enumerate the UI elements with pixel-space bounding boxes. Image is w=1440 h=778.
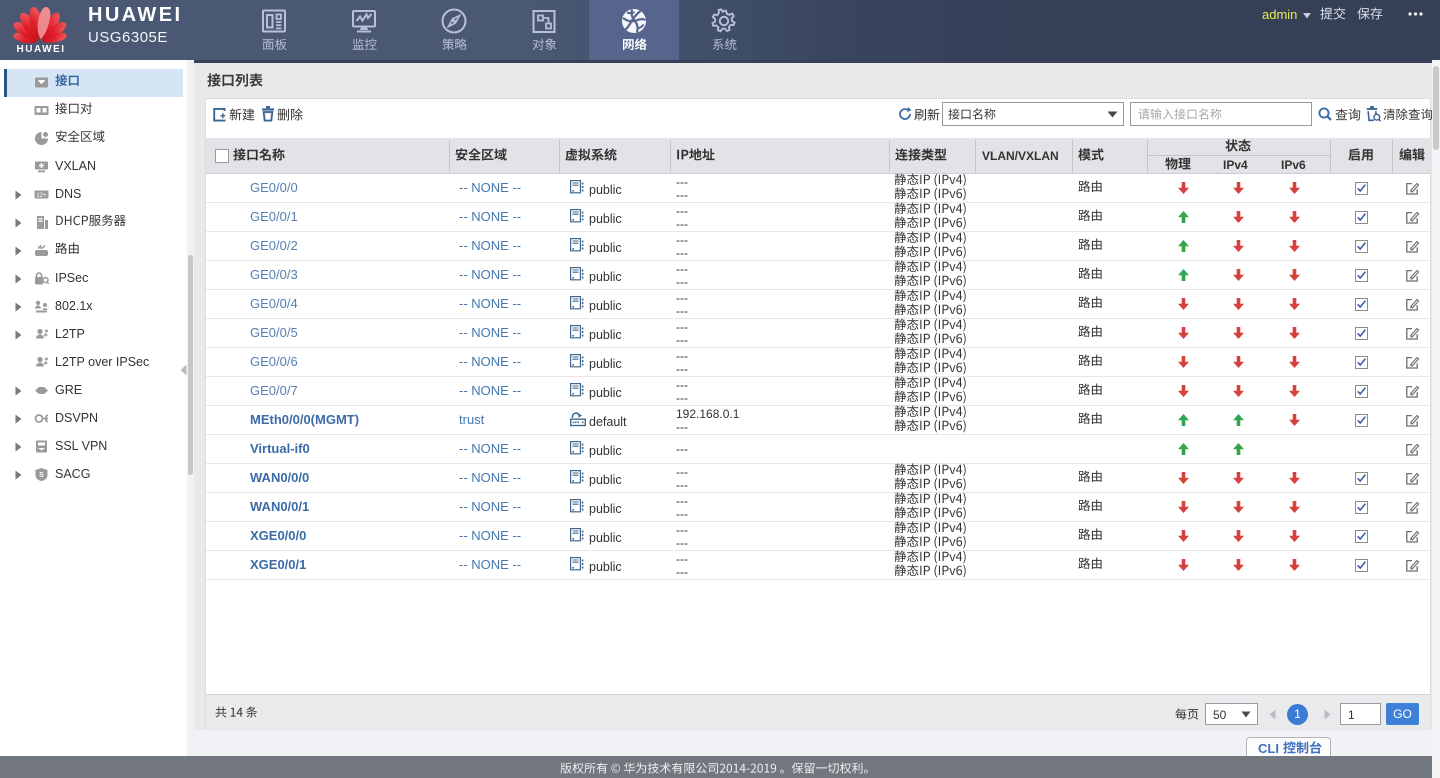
svg-text:S: S (39, 472, 44, 479)
svg-text:12+: 12+ (36, 193, 47, 199)
